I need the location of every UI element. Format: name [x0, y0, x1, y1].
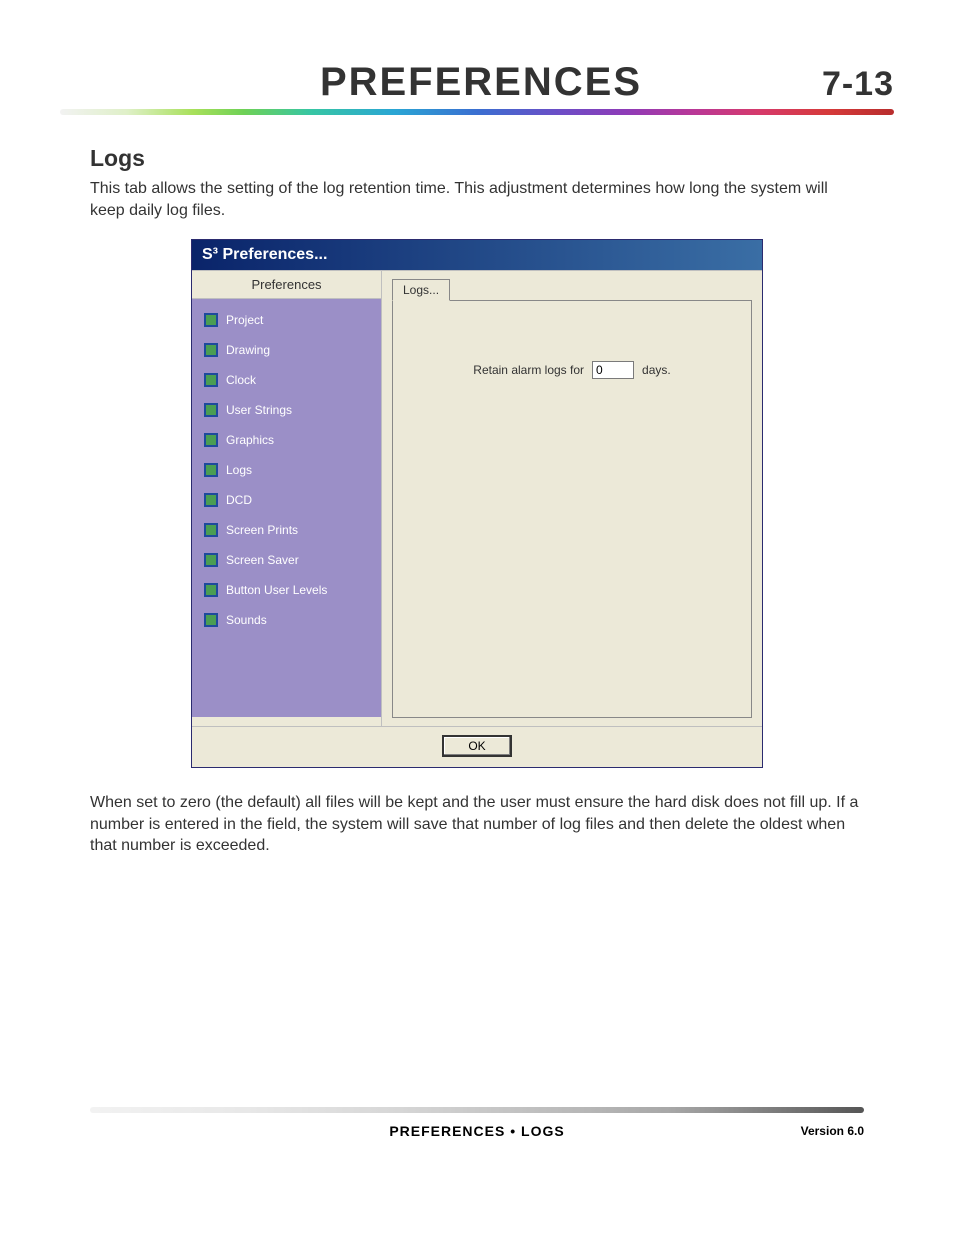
footer-rule — [90, 1107, 864, 1113]
sidebar-list: Project Drawing Clock User Strings — [192, 299, 381, 717]
page-title: PREFERENCES — [320, 60, 642, 105]
square-icon — [204, 553, 218, 567]
retain-days-input[interactable] — [592, 361, 634, 379]
sidebar-item-label: Screen Prints — [226, 523, 298, 537]
sidebar-item-label: Logs — [226, 463, 252, 477]
sidebar-item-screen-prints[interactable]: Screen Prints — [192, 515, 381, 545]
footer-center-text: PREFERENCES • LOGS — [389, 1123, 564, 1139]
footer-version: Version 6.0 — [801, 1124, 864, 1138]
sidebar-item-drawing[interactable]: Drawing — [192, 335, 381, 365]
dialog-body: Preferences Project Drawing Clock — [192, 270, 762, 727]
sidebar-item-sounds[interactable]: Sounds — [192, 605, 381, 635]
square-icon — [204, 523, 218, 537]
content-pane: Logs... Retain alarm logs for days. — [382, 271, 762, 726]
sidebar-item-button-user-levels[interactable]: Button User Levels — [192, 575, 381, 605]
section-heading: Logs — [90, 145, 864, 172]
page-number: 7-13 — [822, 65, 894, 104]
sidebar-item-dcd[interactable]: DCD — [192, 485, 381, 515]
square-icon — [204, 313, 218, 327]
tab-logs[interactable]: Logs... — [392, 279, 450, 301]
sidebar-item-logs[interactable]: Logs — [192, 455, 381, 485]
sidebar-item-label: Graphics — [226, 433, 274, 447]
sidebar-item-user-strings[interactable]: User Strings — [192, 395, 381, 425]
square-icon — [204, 583, 218, 597]
sidebar-item-screen-saver[interactable]: Screen Saver — [192, 545, 381, 575]
intro-paragraph: This tab allows the setting of the log r… — [90, 178, 864, 221]
sidebar-item-label: Button User Levels — [226, 583, 327, 597]
preferences-dialog: S³ Preferences... Preferences Project Dr… — [191, 239, 763, 768]
retain-logs-row: Retain alarm logs for days. — [423, 361, 721, 379]
sidebar-item-label: Drawing — [226, 343, 270, 357]
square-icon — [204, 343, 218, 357]
sidebar-item-label: User Strings — [226, 403, 292, 417]
sidebar-item-project[interactable]: Project — [192, 305, 381, 335]
square-icon — [204, 463, 218, 477]
sidebar-item-graphics[interactable]: Graphics — [192, 425, 381, 455]
field-prefix-label: Retain alarm logs for — [473, 363, 584, 377]
sidebar-header: Preferences — [192, 271, 381, 299]
sidebar-item-label: DCD — [226, 493, 252, 507]
sidebar-item-clock[interactable]: Clock — [192, 365, 381, 395]
field-suffix-label: days. — [642, 363, 671, 377]
dialog-footer: OK — [192, 727, 762, 767]
header-rule — [60, 109, 894, 115]
square-icon — [204, 613, 218, 627]
pane-body: Retain alarm logs for days. — [392, 300, 752, 718]
ok-button[interactable]: OK — [442, 735, 512, 757]
after-paragraph: When set to zero (the default) all files… — [90, 792, 864, 857]
page-header: PREFERENCES 7-13 — [60, 60, 894, 105]
square-icon — [204, 433, 218, 447]
sidebar-item-label: Sounds — [226, 613, 267, 627]
page-footer: PREFERENCES • LOGS Version 6.0 — [90, 1123, 864, 1139]
square-icon — [204, 373, 218, 387]
sidebar-item-label: Clock — [226, 373, 256, 387]
sidebar-item-label: Screen Saver — [226, 553, 299, 567]
sidebar: Preferences Project Drawing Clock — [192, 271, 382, 726]
sidebar-item-label: Project — [226, 313, 263, 327]
square-icon — [204, 493, 218, 507]
dialog-titlebar: S³ Preferences... — [192, 240, 762, 270]
square-icon — [204, 403, 218, 417]
